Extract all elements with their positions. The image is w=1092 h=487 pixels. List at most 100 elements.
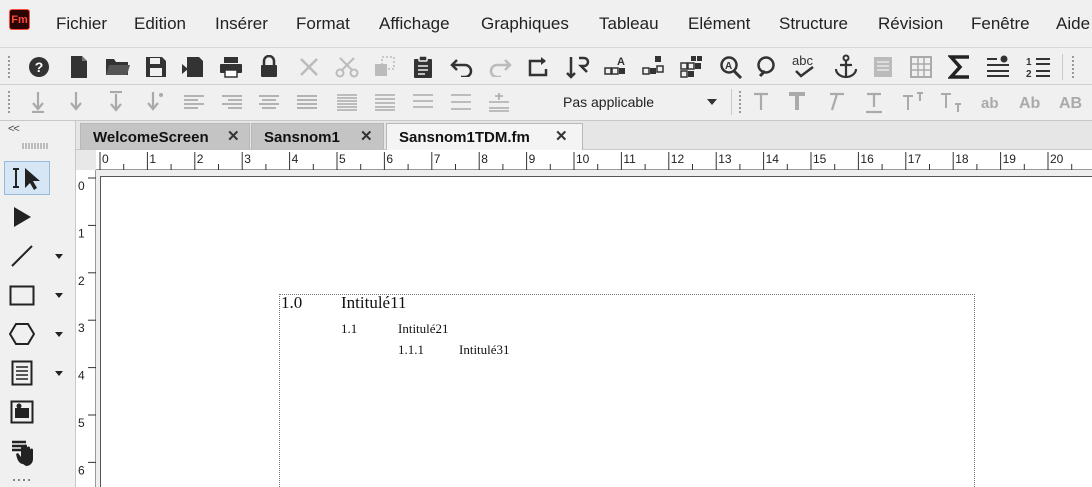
text-plain-icon[interactable]: [752, 92, 770, 112]
spell-check-icon[interactable]: abc: [791, 53, 819, 79]
text-bold-icon[interactable]: [787, 92, 807, 112]
text-frame-tool[interactable]: [4, 356, 50, 390]
spacing-single-icon[interactable]: [336, 93, 358, 111]
print-icon[interactable]: [219, 56, 243, 78]
menu-aide[interactable]: Aide: [1056, 14, 1090, 34]
smart-select-tool[interactable]: [4, 161, 50, 195]
toolbar-grip[interactable]: [8, 56, 14, 78]
lock-icon[interactable]: [259, 55, 279, 79]
help-icon[interactable]: ?: [28, 56, 50, 78]
find-replace-icon[interactable]: A: [718, 55, 744, 79]
align-justify-icon[interactable]: [296, 94, 318, 110]
panel-grip[interactable]: [12, 477, 32, 483]
repeat-icon[interactable]: [526, 56, 550, 78]
tab-sansnom1[interactable]: Sansnom1 ✕: [251, 123, 384, 150]
ruler-label: 20: [1050, 152, 1064, 166]
space-above-icon[interactable]: [68, 91, 84, 113]
ruler-label: 12: [671, 152, 685, 166]
space-below-icon[interactable]: [30, 91, 46, 113]
search-icon[interactable]: [755, 55, 781, 79]
menu-structure[interactable]: Structure: [779, 14, 848, 34]
save-as-icon[interactable]: [181, 56, 205, 78]
new-document-icon[interactable]: [69, 55, 89, 79]
insert-table-icon[interactable]: [679, 54, 707, 80]
menu-fenetre[interactable]: Fenêtre: [971, 14, 1030, 34]
close-icon[interactable]: ✕: [555, 127, 568, 145]
ruler-label: 0: [78, 179, 85, 193]
vertical-ruler[interactable]: 0 1 2 3 4 5 6: [76, 170, 96, 487]
menu-inserer[interactable]: Insérer: [215, 14, 268, 34]
line-tool[interactable]: [4, 239, 50, 273]
menu-format[interactable]: Format: [296, 14, 350, 34]
close-icon[interactable]: ✕: [227, 127, 240, 145]
menu-affichage[interactable]: Affichage: [379, 14, 450, 34]
align-center-icon[interactable]: [258, 94, 280, 110]
sort-icon[interactable]: [565, 55, 591, 79]
equation-sigma-icon[interactable]: [948, 55, 972, 79]
toolbar-grip[interactable]: [8, 91, 14, 113]
hand-tool[interactable]: [4, 434, 50, 468]
initial-caps-icon[interactable]: Ab: [1018, 91, 1046, 113]
tab-welcomescreen[interactable]: WelcomeScreen ✕: [80, 123, 250, 150]
subscript-icon[interactable]: [938, 92, 964, 112]
spacing-double-icon[interactable]: [412, 93, 434, 111]
menu-element[interactable]: Elément: [688, 14, 750, 34]
rectangle-tool-dropdown-icon[interactable]: [55, 293, 63, 298]
polygon-tool[interactable]: [4, 317, 50, 351]
smallcaps-icon[interactable]: ab: [980, 92, 1006, 112]
text-frame-tool-dropdown-icon[interactable]: [55, 371, 63, 376]
spacing-custom-icon[interactable]: [450, 93, 472, 111]
insert-variable-icon[interactable]: A: [603, 54, 631, 80]
text-frame-icon[interactable]: [872, 55, 894, 79]
menu-revision[interactable]: Révision: [878, 14, 943, 34]
svg-text:abc: abc: [792, 53, 813, 68]
spacing-adjust-icon[interactable]: [488, 92, 510, 112]
table-grid-icon[interactable]: [910, 56, 932, 78]
rectangle-tool[interactable]: [4, 278, 50, 312]
collapse-panel-button[interactable]: <<: [8, 123, 20, 135]
menu-fichier[interactable]: Fichier: [56, 14, 107, 34]
cross-reference-icon[interactable]: [641, 54, 669, 80]
delete-icon[interactable]: [299, 57, 319, 77]
undo-icon[interactable]: [450, 57, 474, 77]
keep-with-next-icon[interactable]: [145, 91, 165, 113]
ruler-label: 2: [78, 274, 85, 288]
tab-sansnom1tdm[interactable]: Sansnom1TDM.fm ✕: [386, 123, 583, 150]
paste-icon[interactable]: [413, 55, 433, 79]
align-left-icon[interactable]: [183, 94, 205, 110]
ruler-label: 1: [78, 226, 85, 240]
paragraph-format-dropdown[interactable]: Pas applicable: [555, 90, 723, 114]
line-tool-dropdown-icon[interactable]: [55, 254, 63, 259]
menu-edition[interactable]: Edition: [134, 14, 186, 34]
insert-element-icon[interactable]: [985, 55, 1011, 79]
align-right-icon[interactable]: [221, 94, 243, 110]
uppercase-icon[interactable]: AB: [1058, 91, 1088, 113]
spacing-oneandhalf-icon[interactable]: [374, 93, 396, 111]
ruler-label: 6: [78, 463, 85, 477]
polygon-tool-dropdown-icon[interactable]: [55, 332, 63, 337]
text-italic-icon[interactable]: [825, 92, 845, 112]
object-select-tool[interactable]: [4, 200, 50, 234]
ruler-label: 3: [244, 152, 251, 166]
open-folder-icon[interactable]: [105, 57, 131, 77]
toolbar-grip[interactable]: [739, 91, 745, 113]
text-underline-icon[interactable]: [864, 92, 884, 114]
menu-graphiques[interactable]: Graphiques: [481, 14, 569, 34]
redo-icon[interactable]: [488, 57, 512, 77]
line-spacing-icon[interactable]: [108, 91, 124, 113]
numbered-list-icon[interactable]: 12: [1025, 54, 1051, 80]
menu-tableau[interactable]: Tableau: [599, 14, 659, 34]
close-icon[interactable]: ✕: [360, 127, 373, 145]
image-frame-tool[interactable]: [4, 395, 50, 429]
tab-label: Sansnom1TDM.fm: [399, 129, 530, 146]
horizontal-ruler[interactable]: 0 1 2 3 4 5 6 7 8 9 10 11 12 13 14 15 16 17 18 19 20: [96, 150, 1092, 170]
toolbar-grip[interactable]: [1072, 56, 1078, 78]
cut-icon[interactable]: [335, 56, 359, 78]
copy-icon[interactable]: [374, 56, 396, 78]
text-frame[interactable]: [279, 294, 975, 487]
anchor-icon[interactable]: [834, 54, 858, 80]
superscript-icon[interactable]: [900, 92, 926, 112]
save-icon[interactable]: [145, 56, 167, 78]
panel-grip[interactable]: [22, 143, 50, 149]
paragraph-format-value: Pas applicable: [563, 94, 655, 110]
